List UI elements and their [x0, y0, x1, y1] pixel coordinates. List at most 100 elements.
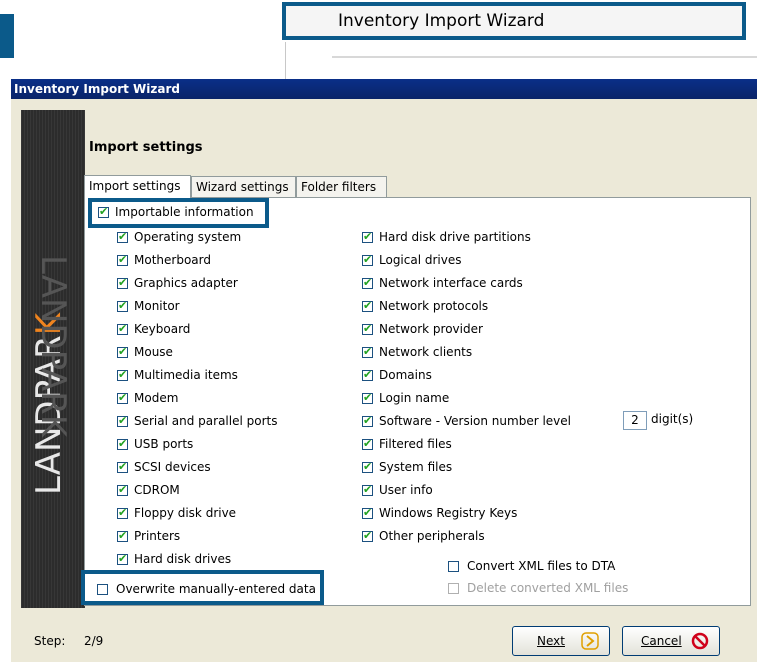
checkbox-box	[117, 368, 128, 382]
checkbox-label: CDROM	[134, 483, 180, 497]
zoom-title-highlight: Inventory Import Wizard	[282, 2, 746, 40]
checkbox-box	[448, 560, 459, 572]
option-checkbox[interactable]: Hard disk drive partitions	[362, 228, 531, 246]
overwrite-manual-data-checkbox[interactable]: Overwrite manually-entered data	[97, 580, 316, 598]
version-level-input[interactable]: 2	[623, 411, 647, 430]
importable-information-checkbox[interactable]: Importable information	[98, 203, 254, 221]
checkbox-label: Network clients	[379, 345, 473, 359]
option-checkbox[interactable]: Network clients	[362, 343, 472, 361]
checkbox-label: Network interface cards	[379, 276, 523, 290]
checkbox-box	[362, 391, 373, 405]
checkbox-box	[362, 483, 373, 497]
checkbox-label: Motherboard	[134, 253, 211, 267]
checkbox-box	[117, 391, 128, 405]
option-checkbox[interactable]: Serial and parallel ports	[117, 412, 277, 430]
option-checkbox[interactable]: Graphics adapter	[117, 274, 238, 292]
checkbox-label: Convert XML files to DTA	[467, 559, 616, 573]
option-checkbox[interactable]: Printers	[117, 527, 180, 545]
checkbox-label: Graphics adapter	[134, 276, 238, 290]
option-checkbox[interactable]: Network interface cards	[362, 274, 523, 292]
checkbox-box	[117, 414, 128, 428]
checkbox-box	[362, 299, 373, 313]
checkbox-label: Keyboard	[134, 322, 191, 336]
option-checkbox[interactable]: USB ports	[117, 435, 193, 453]
checkbox-box	[117, 230, 128, 244]
checkbox-box	[362, 414, 373, 428]
checkbox-box	[117, 460, 128, 474]
option-checkbox[interactable]: Multimedia items	[117, 366, 238, 384]
checkbox-box	[362, 276, 373, 290]
cancel-icon	[691, 632, 709, 650]
checkbox-label: SCSI devices	[134, 460, 211, 474]
checkbox-box	[117, 253, 128, 267]
cancel-button-label: Cancel	[641, 634, 682, 648]
checkbox-box	[97, 583, 108, 595]
checkbox-label: Modem	[134, 391, 179, 405]
checkbox-label: Other peripherals	[379, 529, 485, 543]
option-checkbox[interactable]: Motherboard	[117, 251, 211, 269]
option-checkbox[interactable]: System files	[362, 458, 452, 476]
option-checkbox[interactable]: Operating system	[117, 228, 241, 246]
checkbox-box	[117, 322, 128, 336]
checkbox-box	[362, 230, 373, 244]
checkbox-box	[362, 460, 373, 474]
checkbox-box	[362, 345, 373, 359]
option-checkbox[interactable]: Mouse	[117, 343, 173, 361]
checkbox-label: Mouse	[134, 345, 173, 359]
tab-wizard-settings[interactable]: Wizard settings	[191, 176, 296, 198]
option-checkbox[interactable]: Login name	[362, 389, 449, 407]
corner-accent	[0, 14, 14, 58]
step-label: Step:	[34, 634, 66, 648]
page-title: Import settings	[89, 140, 203, 155]
checkbox-label: Filtered files	[379, 437, 452, 451]
checkbox-label: Monitor	[134, 299, 180, 313]
checkbox-label: Importable information	[115, 205, 254, 219]
option-checkbox[interactable]: Monitor	[117, 297, 180, 315]
option-checkbox[interactable]: Floppy disk drive	[117, 504, 236, 522]
option-checkbox[interactable]: SCSI devices	[117, 458, 211, 476]
checkbox-label: Serial and parallel ports	[134, 414, 278, 428]
checkbox-label: Floppy disk drive	[134, 506, 237, 520]
chevron-right-icon	[581, 632, 599, 650]
option-checkbox[interactable]: Filtered files	[362, 435, 452, 453]
option-checkbox[interactable]: User info	[362, 481, 433, 499]
option-checkbox[interactable]: Keyboard	[117, 320, 190, 338]
checkbox-label: Hard disk drive partitions	[379, 230, 531, 244]
option-checkbox[interactable]: Windows Registry Keys	[362, 504, 517, 522]
checkbox-box	[117, 345, 128, 359]
option-checkbox[interactable]: Network protocols	[362, 297, 488, 315]
option-checkbox[interactable]: Domains	[362, 366, 432, 384]
checkbox-box	[362, 322, 373, 336]
checkbox-box	[117, 299, 128, 313]
checkbox-label: Operating system	[134, 230, 242, 244]
checkbox-box	[362, 368, 373, 382]
checkbox-box	[362, 253, 373, 267]
convert-xml-checkbox[interactable]: Convert XML files to DTA	[448, 557, 615, 575]
checkbox-box	[117, 437, 128, 451]
checkbox-box	[117, 276, 128, 290]
version-level-unit: digit(s)	[651, 412, 694, 426]
checkbox-label: User info	[379, 483, 433, 497]
checkbox-box	[117, 506, 128, 520]
tab-import-settings[interactable]: Import settings	[84, 175, 191, 198]
checkbox-label: Login name	[379, 391, 450, 405]
next-button[interactable]: Next	[512, 626, 610, 656]
checkbox-box	[117, 552, 128, 566]
checkbox-box	[362, 437, 373, 451]
checkbox-label: Software - Version number level	[379, 414, 571, 428]
checkbox-label: Domains	[379, 368, 432, 382]
checkbox-label: Overwrite manually-entered data	[116, 582, 316, 596]
option-checkbox[interactable]: Modem	[117, 389, 178, 407]
option-checkbox[interactable]: Network provider	[362, 320, 483, 338]
option-checkbox[interactable]: CDROM	[117, 481, 180, 499]
option-checkbox[interactable]: Logical drives	[362, 251, 462, 269]
tab-folder-filters[interactable]: Folder filters	[296, 176, 387, 198]
window-titlebar: Inventory Import Wizard	[11, 79, 757, 99]
option-checkbox[interactable]: Software - Version number level	[362, 412, 571, 430]
zoom-title-text: Inventory Import Wizard	[338, 11, 545, 31]
option-checkbox[interactable]: Other peripherals	[362, 527, 485, 545]
option-checkbox[interactable]: Hard disk drives	[117, 550, 231, 568]
cancel-button[interactable]: Cancel	[622, 626, 720, 656]
checkbox-box	[448, 582, 459, 594]
step-value: 2/9	[84, 634, 104, 648]
